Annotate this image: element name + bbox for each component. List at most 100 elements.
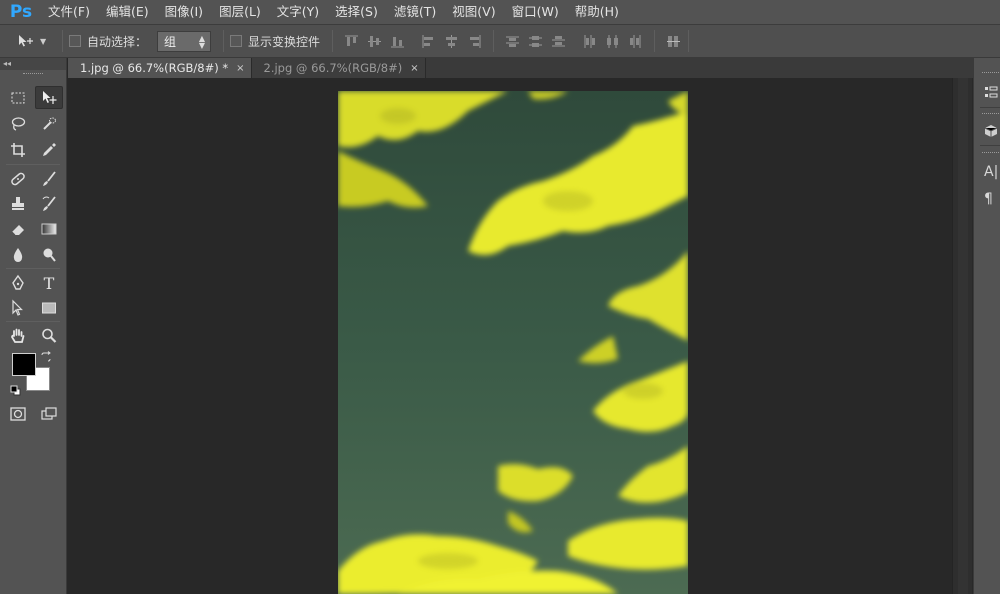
3d-cube-icon[interactable]	[984, 121, 1000, 141]
distribute-group-a	[504, 33, 567, 50]
collapse-toolbar-icon[interactable]: ◂◂	[0, 58, 66, 70]
eyedropper-tool-icon[interactable]	[35, 138, 63, 161]
auto-select-dropdown[interactable]: 组 ▲ ▼	[157, 30, 212, 52]
options-bar: ▼ 自动选择： 组 ▲ ▼ 显示变换控件	[0, 24, 1000, 58]
document-tab-2[interactable]: 2.jpg @ 66.7%(RGB/8#) ×	[251, 58, 426, 78]
blur-tool-icon[interactable]	[4, 243, 32, 266]
spinner-arrows-icon: ▲ ▼	[198, 33, 206, 50]
align-horizontal-centers-icon[interactable]	[443, 33, 460, 50]
document-tab-1[interactable]: 1.jpg @ 66.7%(RGB/8#) * ×	[68, 58, 252, 78]
align-top-edges-icon[interactable]	[343, 33, 360, 50]
divider	[493, 30, 495, 52]
menu-file[interactable]: 文件(F)	[40, 0, 98, 24]
quick-selection-tool-icon[interactable]	[35, 112, 63, 135]
menu-window[interactable]: 窗口(W)	[504, 0, 567, 24]
chevron-down-icon: ▼	[40, 36, 47, 46]
swap-colors-icon[interactable]	[40, 348, 52, 362]
properties-panel-icon[interactable]	[984, 82, 1000, 102]
divider	[223, 30, 225, 52]
divider	[980, 145, 1000, 146]
align-vertical-centers-icon[interactable]	[366, 33, 383, 50]
crop-tool-icon[interactable]	[4, 138, 32, 161]
dodge-tool-icon[interactable]	[35, 243, 63, 266]
lasso-tool-icon[interactable]	[4, 112, 32, 135]
divider	[688, 30, 690, 52]
menu-bar: Ps 文件(F) 编辑(E) 图像(I) 图层(L) 文字(Y) 选择(S) 滤…	[0, 0, 1000, 24]
rectangle-tool-icon[interactable]	[35, 296, 63, 319]
path-selection-tool-icon[interactable]	[4, 296, 32, 319]
panel-grip[interactable]	[982, 152, 1000, 154]
default-colors-icon[interactable]	[10, 381, 21, 396]
healing-brush-tool-icon[interactable]	[4, 167, 32, 190]
divider	[62, 30, 63, 52]
auto-select-checkbox[interactable]	[69, 35, 81, 47]
distribute-left-icon[interactable]	[581, 33, 598, 50]
auto-select-label: 自动选择：	[87, 34, 148, 49]
character-panel-icon[interactable]: A|	[984, 162, 1000, 182]
distribute-vcenter-icon[interactable]	[527, 33, 544, 50]
divider	[654, 30, 656, 52]
type-tool-icon[interactable]: T	[35, 271, 63, 294]
menu-filter[interactable]: 滤镜(T)	[386, 0, 444, 24]
paragraph-panel-icon[interactable]: ¶	[984, 189, 1000, 209]
divider	[6, 164, 60, 165]
brush-tool-icon[interactable]	[35, 167, 63, 190]
close-tab-icon[interactable]: ×	[410, 63, 418, 74]
distribute-group-b	[581, 33, 644, 50]
distribute-bottom-icon[interactable]	[550, 33, 567, 50]
menu-help[interactable]: 帮助(H)	[567, 0, 627, 24]
ps-logo: Ps	[9, 2, 33, 22]
align-group-b	[420, 33, 483, 50]
zoom-tool-icon[interactable]	[35, 324, 63, 347]
move-tool-icon	[19, 35, 33, 47]
foreground-color-swatch[interactable]	[12, 353, 36, 376]
rectangular-marquee-tool-icon[interactable]	[4, 86, 32, 109]
document-canvas-area[interactable]	[68, 78, 952, 594]
distribute-hcenter-icon[interactable]	[604, 33, 621, 50]
align-right-edges-icon[interactable]	[466, 33, 483, 50]
show-transform-label: 显示变换控件	[248, 34, 321, 49]
divider	[6, 321, 60, 322]
auto-select-value: 组	[164, 34, 177, 49]
show-transform-checkbox[interactable]	[230, 35, 243, 47]
history-brush-tool-icon[interactable]	[35, 192, 63, 215]
eraser-tool-icon[interactable]	[4, 217, 32, 240]
align-group-a	[343, 33, 406, 50]
gradient-tool-icon[interactable]	[35, 217, 63, 240]
tool-preset-picker[interactable]: ▼	[16, 33, 56, 49]
align-bottom-edges-icon[interactable]	[389, 33, 406, 50]
quick-mask-mode-icon[interactable]	[4, 402, 32, 425]
pen-tool-icon[interactable]	[4, 271, 32, 294]
distribute-right-icon[interactable]	[627, 33, 644, 50]
menu-type[interactable]: 文字(Y)	[269, 0, 327, 24]
close-tab-icon[interactable]: ×	[236, 63, 244, 74]
align-left-edges-icon[interactable]	[420, 33, 437, 50]
document-tab-label: 2.jpg @ 66.7%(RGB/8#)	[263, 61, 403, 75]
panel-grip[interactable]	[982, 72, 1000, 74]
scrollbar-track[interactable]	[958, 78, 968, 594]
document-tab-bar: 1.jpg @ 66.7%(RGB/8#) * × 2.jpg @ 66.7%(…	[68, 58, 973, 78]
panel-grip[interactable]	[982, 113, 1000, 115]
menu-select[interactable]: 选择(S)	[327, 0, 386, 24]
menu-layer[interactable]: 图层(L)	[211, 0, 269, 24]
distribute-top-icon[interactable]	[504, 33, 521, 50]
svg-text:T: T	[44, 274, 55, 292]
divider	[6, 268, 60, 269]
clone-stamp-tool-icon[interactable]	[4, 192, 32, 215]
divider	[332, 30, 334, 52]
sky-clouds-image	[338, 91, 688, 594]
vertical-scrollbar[interactable]	[952, 78, 972, 594]
document-image[interactable]	[338, 91, 688, 594]
menu-image[interactable]: 图像(I)	[157, 0, 211, 24]
screen-mode-icon[interactable]	[35, 402, 63, 425]
divider	[980, 107, 1000, 108]
tools-panel: ◂◂ T	[0, 58, 67, 594]
auto-align-layers-icon[interactable]	[665, 33, 682, 50]
photoshop-window: Ps 文件(F) 编辑(E) 图像(I) 图层(L) 文字(Y) 选择(S) 滤…	[0, 0, 1000, 594]
menu-view[interactable]: 视图(V)	[444, 0, 503, 24]
right-panel-dock: A| ¶	[973, 58, 1000, 594]
move-tool-icon[interactable]	[35, 86, 63, 109]
hand-tool-icon[interactable]	[4, 324, 32, 347]
panel-grip[interactable]	[23, 73, 43, 75]
menu-edit[interactable]: 编辑(E)	[98, 0, 157, 24]
